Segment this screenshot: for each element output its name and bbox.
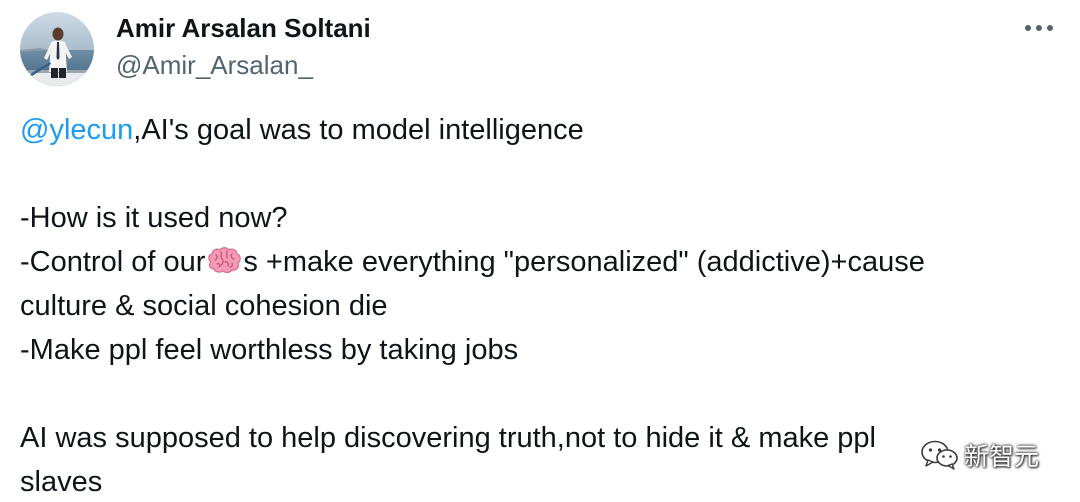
tweet-text: @ylecun,AI's goal was to model intellige… xyxy=(20,108,1060,502)
tweet-card: Amir Arsalan Soltani @Amir_Arsalan_ @yle… xyxy=(0,0,1080,502)
tweet-line-7: slaves xyxy=(20,466,103,498)
tweet-line-3-start: -Control of our xyxy=(20,246,206,278)
author-handle[interactable]: @Amir_Arsalan_ xyxy=(116,49,313,81)
watermark: 新智元 xyxy=(920,436,1039,474)
tweet-line-2: -How is it used now? xyxy=(20,202,288,234)
avatar[interactable] xyxy=(20,12,94,86)
tweet-line-6: AI was supposed to help discovering trut… xyxy=(20,422,876,454)
author-name[interactable]: Amir Arsalan Soltani xyxy=(116,12,371,44)
tweet-line-1: @ylecun,AI's goal was to model intellige… xyxy=(20,108,1060,152)
more-options-button[interactable] xyxy=(1016,14,1062,42)
wechat-logo-icon xyxy=(921,440,958,470)
tweet-line-5: -Make ppl feel worthless by taking jobs xyxy=(20,334,519,366)
tweet-line-4: culture & social cohesion die xyxy=(20,290,388,322)
mention-link[interactable]: @ylecun xyxy=(20,114,133,146)
tweet-line-1-text: ,AI's goal was to model intelligence xyxy=(133,114,584,146)
more-horizontal-icon xyxy=(1025,25,1053,31)
tweet-line-3-end: s +make everything "personalized" (addic… xyxy=(243,246,925,278)
brain-emoji-icon xyxy=(205,246,243,276)
profile-photo xyxy=(20,12,94,86)
watermark-text: 新智元 xyxy=(964,442,1040,471)
tweet-line-3: -Control of our s +make everything "pers… xyxy=(20,240,1060,284)
